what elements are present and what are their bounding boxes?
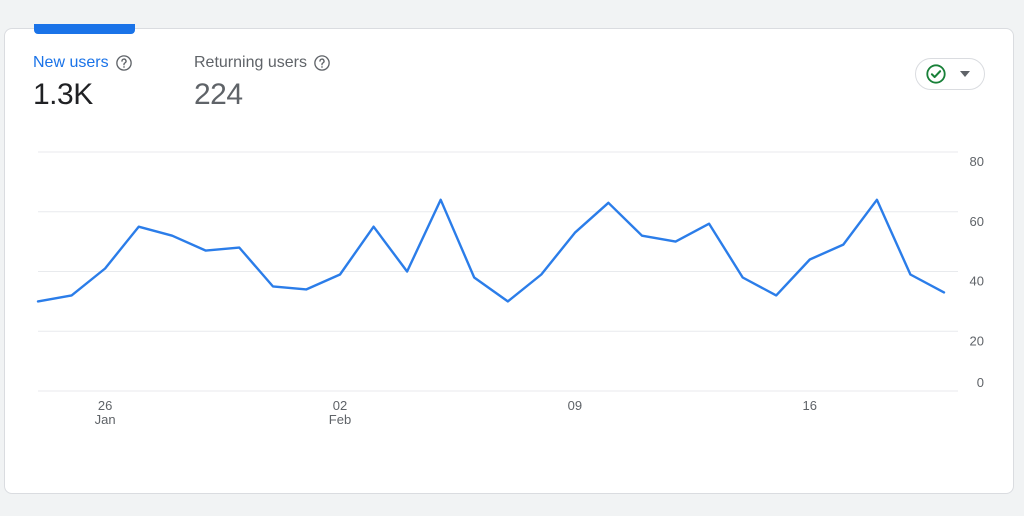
y-tick-label: 0 [977,375,984,390]
x-tick-month-label: Jan [95,412,116,427]
y-tick-label: 20 [970,333,984,348]
y-tick-label: 40 [970,274,984,289]
x-tick-label: 02 [333,398,347,413]
y-tick-label: 60 [970,214,984,229]
x-tick-label: 16 [803,398,817,413]
x-tick-label: 09 [568,398,582,413]
line-chart: 80 60 40 20 0 26Jan 02Feb 09 16 [36,151,984,427]
x-tick-label: 26 [98,398,112,413]
x-tick-month-label: Feb [329,412,351,427]
y-tick-label: 80 [970,154,984,169]
series-line [36,198,946,303]
